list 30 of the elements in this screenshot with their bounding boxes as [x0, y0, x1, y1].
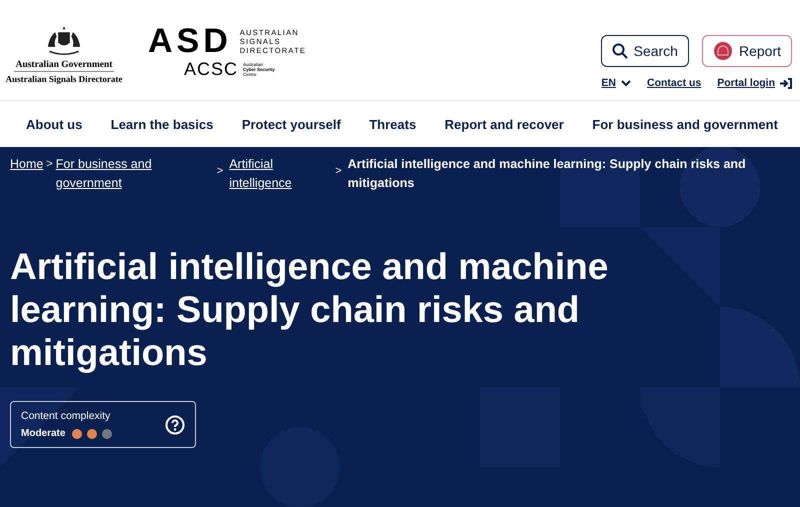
- nav-item[interactable]: About us: [26, 116, 82, 132]
- search-button[interactable]: Search: [600, 35, 689, 67]
- help-icon[interactable]: [165, 414, 185, 434]
- complexity-level: Moderate: [21, 428, 66, 439]
- breadcrumb-current: Artificial intelligence and machine learning: Supply chain risks and mitigations: [348, 156, 747, 192]
- government-name: Australian Government: [14, 58, 114, 72]
- contact-link[interactable]: Contact us: [646, 77, 702, 89]
- page-title: Artificial intelligence and machine learning: Supply chain risks and mitigations: [10, 245, 610, 374]
- acsc-logo: ACSC: [184, 60, 238, 78]
- breadcrumb-link[interactable]: For business and government: [56, 155, 211, 193]
- breadcrumb-separator: >: [46, 157, 53, 172]
- breadcrumb-separator: >: [216, 164, 224, 179]
- portal-login-link[interactable]: Portal login: [717, 77, 792, 89]
- language-selector[interactable]: EN: [601, 77, 631, 89]
- breadcrumb-link[interactable]: Artificial intelligence: [229, 155, 330, 193]
- nav-item[interactable]: Learn the basics: [110, 116, 214, 132]
- nav-item[interactable]: For business and government: [592, 116, 778, 132]
- alarm-icon: [712, 41, 733, 61]
- asd-logo: ASD: [148, 24, 232, 58]
- agency-name: Australian Signals Directorate: [6, 73, 122, 84]
- breadcrumb-separator: >: [335, 164, 342, 179]
- report-button[interactable]: Report: [702, 35, 792, 67]
- breadcrumb-link[interactable]: Home: [10, 155, 44, 174]
- nav-item[interactable]: Report and recover: [444, 116, 564, 132]
- nav-item[interactable]: Threats: [369, 116, 416, 132]
- search-icon: [612, 43, 628, 59]
- login-icon: [780, 78, 792, 88]
- chevron-down-icon: [620, 80, 631, 86]
- complexity-label: Content complexity: [21, 410, 112, 422]
- nav-item[interactable]: Protect yourself: [242, 116, 341, 132]
